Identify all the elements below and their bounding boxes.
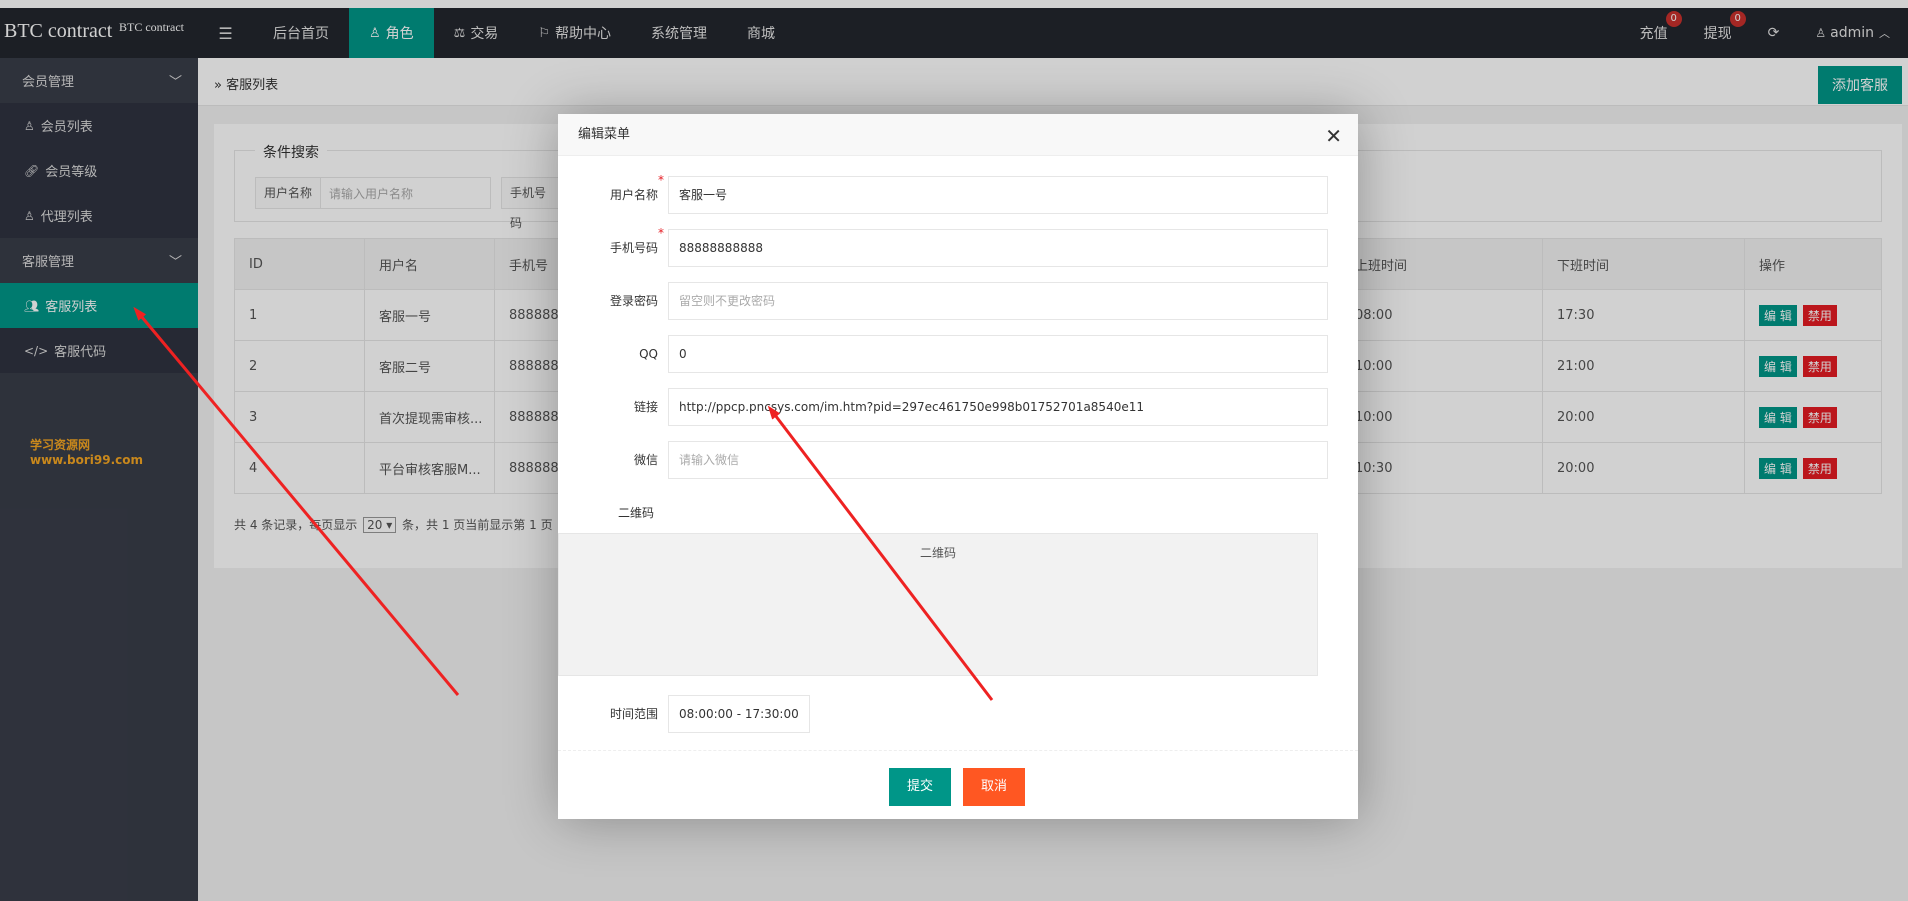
cancel-button[interactable]: 取消 — [963, 768, 1026, 806]
link-label: 链接 — [633, 400, 658, 414]
phone-input[interactable]: 88888888888 — [668, 229, 1328, 267]
field-link: 链接 http://ppcp.pncsys.com/im.htm?pid=297… — [558, 388, 1358, 426]
required-mark: * — [658, 173, 664, 187]
field-time: 时间范围 08:00:00 - 17:30:00 — [558, 695, 1358, 733]
link-input[interactable]: http://ppcp.pncsys.com/im.htm?pid=297ec4… — [668, 388, 1328, 426]
field-password: 登录密码 留空则不更改密码 — [558, 282, 1358, 320]
username-label: 用户名称 — [609, 188, 658, 202]
submit-button[interactable]: 提交 — [889, 768, 952, 806]
phone-label: 手机号码 — [609, 241, 658, 255]
qrcode-header: 二维码 — [558, 533, 1318, 573]
qrcode-upload-area[interactable] — [558, 572, 1318, 676]
time-range-input[interactable]: 08:00:00 - 17:30:00 — [668, 695, 810, 733]
field-phone: 手机号码 * 88888888888 — [558, 226, 1358, 267]
password-label: 登录密码 — [609, 294, 658, 308]
username-input[interactable]: 客服一号 — [668, 176, 1328, 214]
password-input[interactable]: 留空则不更改密码 — [668, 282, 1328, 320]
wechat-input[interactable]: 请输入微信 — [668, 441, 1328, 479]
field-wechat: 微信 请输入微信 — [558, 441, 1358, 479]
field-qq: QQ 0 — [558, 335, 1358, 373]
qrcode-label: 二维码 — [617, 506, 654, 520]
edit-dialog: 编辑菜单 ✕ 用户名称 * 客服一号 手机号码 * 88888888888 登录… — [558, 114, 1358, 819]
wechat-label: 微信 — [633, 453, 658, 467]
field-username: 用户名称 * 客服一号 — [558, 173, 1358, 214]
required-mark: * — [658, 226, 664, 240]
qq-label: QQ — [639, 347, 658, 361]
qq-input[interactable]: 0 — [668, 335, 1328, 373]
time-label: 时间范围 — [609, 707, 658, 721]
close-icon[interactable]: ✕ — [1325, 124, 1342, 148]
dialog-title: 编辑菜单 — [558, 114, 1358, 156]
dialog-footer-divider — [558, 750, 1358, 751]
